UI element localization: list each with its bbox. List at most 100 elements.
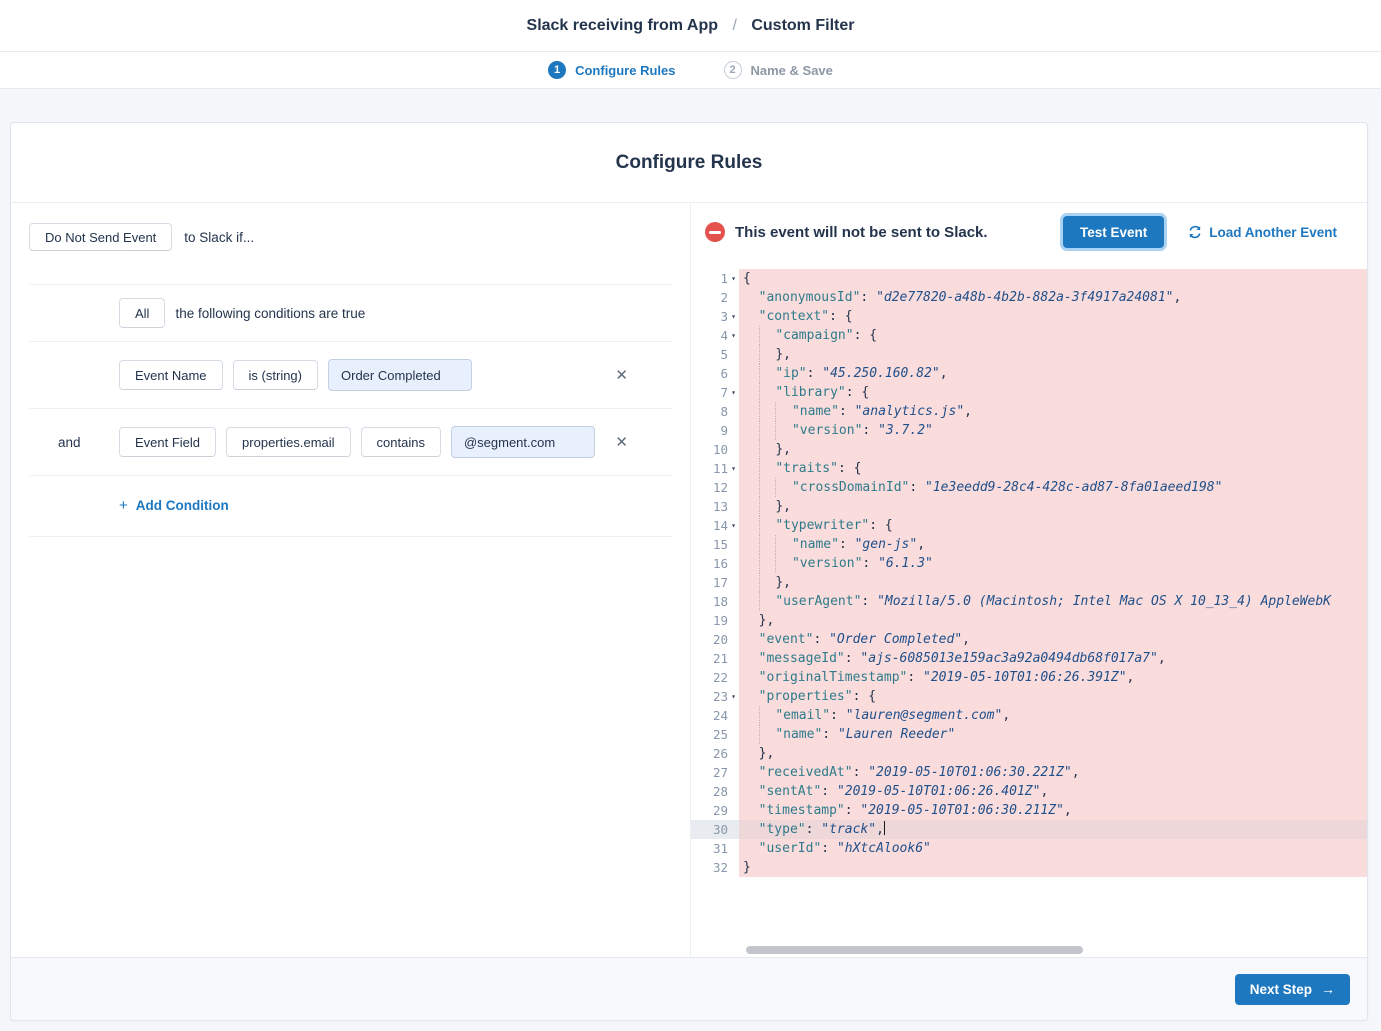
operator-row: All the following conditions are true	[29, 284, 672, 341]
next-step-button[interactable]: Next Step →	[1234, 973, 1350, 1005]
editor-line[interactable]: 21 "messageId": "ajs-6085013e159ac3a92a0…	[691, 649, 1367, 668]
line-number: 7	[720, 385, 728, 400]
card-footer: Next Step →	[11, 957, 1367, 1020]
editor-line[interactable]: 1 ▾{	[691, 269, 1367, 288]
json-editor-lines: 1 ▾{2 "anonymousId": "d2e77820-a48b-4b2b-…	[691, 269, 1367, 877]
line-number: 16	[712, 556, 728, 571]
editor-line[interactable]: 19 },	[691, 611, 1367, 630]
editor-line[interactable]: 16 "version": "6.1.3"	[691, 554, 1367, 573]
horizontal-scrollbar-thumb[interactable]	[746, 946, 1083, 954]
condition-2-value-input[interactable]	[450, 426, 595, 458]
step-name-and-save[interactable]: 2 Name & Save	[723, 61, 833, 79]
editor-line[interactable]: 31 "userId": "hXtcAlook6"	[691, 839, 1367, 858]
editor-line[interactable]: 24 "email": "lauren@segment.com",	[691, 706, 1367, 725]
condition-1-type-dropdown[interactable]: Event Name	[119, 360, 223, 390]
code-line: "userId": "hXtcAlook6"	[739, 839, 1367, 858]
line-number: 13	[712, 499, 728, 514]
line-number: 4	[720, 328, 728, 343]
preview-status-text: This event will not be sent to Slack.	[735, 223, 988, 241]
fold-arrow-icon[interactable]: ▾	[728, 383, 739, 402]
plus-icon: +	[119, 497, 128, 514]
line-number: 20	[712, 632, 728, 647]
editor-line[interactable]: 3 ▾ "context": {	[691, 307, 1367, 326]
line-number: 2	[720, 290, 728, 305]
line-number: 14	[712, 518, 728, 533]
fold-arrow-icon[interactable]: ▾	[728, 269, 739, 288]
text-cursor	[883, 821, 885, 835]
add-condition-button[interactable]: + Add Condition	[119, 497, 229, 514]
condition-2-operator-dropdown[interactable]: contains	[360, 427, 441, 457]
filter-action-dropdown[interactable]: Do Not Send Event	[29, 223, 173, 251]
code-line: "name": "gen-js",	[739, 535, 1367, 554]
editor-line[interactable]: 5 },	[691, 345, 1367, 364]
fold-arrow-icon[interactable]: ▾	[728, 687, 739, 706]
editor-line[interactable]: 17 },	[691, 573, 1367, 592]
code-line: {	[739, 269, 1367, 288]
condition-row-1: Event Name is (string) ✕	[29, 341, 672, 408]
editor-line[interactable]: 9 "version": "3.7.2"	[691, 421, 1367, 440]
code-line: },	[739, 345, 1367, 364]
step-configure-rules[interactable]: 1 Configure Rules	[548, 61, 676, 79]
editor-line[interactable]: 18 "userAgent": "Mozilla/5.0 (Macintosh;…	[691, 592, 1367, 611]
editor-line[interactable]: 13 },	[691, 497, 1367, 516]
editor-line[interactable]: 25 "name": "Lauren Reeder"	[691, 725, 1367, 744]
fold-arrow-icon[interactable]: ▾	[728, 459, 739, 478]
condition-2-field-dropdown[interactable]: properties.email	[226, 427, 351, 457]
code-line: },	[739, 497, 1367, 516]
configure-rules-card: Configure Rules Do Not Send Event to Sla…	[10, 122, 1368, 1021]
json-event-editor[interactable]: 1 ▾{2 "anonymousId": "d2e77820-a48b-4b2b-…	[691, 269, 1367, 957]
code-line: "name": "Lauren Reeder"	[739, 725, 1367, 744]
preview-header: This event will not be sent to Slack. Te…	[691, 203, 1367, 269]
editor-line[interactable]: 8 "name": "analytics.js",	[691, 402, 1367, 421]
code-line: },	[739, 440, 1367, 459]
editor-line[interactable]: 30 "type": "track",	[691, 820, 1367, 839]
editor-line[interactable]: 27 "receivedAt": "2019-05-10T01:06:30.22…	[691, 763, 1367, 782]
code-line: }	[739, 858, 1367, 877]
line-number: 22	[712, 670, 728, 685]
fold-arrow-icon[interactable]: ▾	[728, 326, 739, 345]
editor-line[interactable]: 20 "event": "Order Completed",	[691, 630, 1367, 649]
editor-line[interactable]: 2 "anonymousId": "d2e77820-a48b-4b2b-882…	[691, 288, 1367, 307]
line-number: 28	[712, 784, 728, 799]
editor-line[interactable]: 4 ▾ "campaign": {	[691, 326, 1367, 345]
breadcrumb-separator: /	[732, 16, 737, 34]
line-number: 25	[712, 727, 728, 742]
editor-line[interactable]: 14 ▾ "typewriter": {	[691, 516, 1367, 535]
condition-2-type-dropdown[interactable]: Event Field	[119, 427, 217, 457]
editor-line[interactable]: 29 "timestamp": "2019-05-10T01:06:30.211…	[691, 801, 1367, 820]
condition-1-operator-dropdown[interactable]: is (string)	[232, 360, 318, 390]
add-condition-row: + Add Condition	[29, 475, 672, 537]
code-line: "traits": {	[739, 459, 1367, 478]
editor-line[interactable]: 12 "crossDomainId": "1e3eedd9-28c4-428c-…	[691, 478, 1367, 497]
editor-line[interactable]: 23 ▾ "properties": {	[691, 687, 1367, 706]
condition-1-value-input[interactable]	[328, 359, 472, 391]
code-line: "crossDomainId": "1e3eedd9-28c4-428c-ad8…	[739, 478, 1367, 497]
minus-circle-icon	[705, 222, 725, 242]
condition-2-remove-button[interactable]: ✕	[613, 433, 630, 452]
load-another-event-link[interactable]: Load Another Event	[1188, 225, 1337, 240]
editor-line[interactable]: 26 },	[691, 744, 1367, 763]
editor-line[interactable]: 22 "originalTimestamp": "2019-05-10T01:0…	[691, 668, 1367, 687]
line-number: 6	[720, 366, 728, 381]
editor-line[interactable]: 28 "sentAt": "2019-05-10T01:06:26.401Z",	[691, 782, 1367, 801]
code-line: "timestamp": "2019-05-10T01:06:30.211Z",	[739, 801, 1367, 820]
filter-builder-panel: Do Not Send Event to Slack if... All the…	[11, 203, 691, 957]
code-line: "receivedAt": "2019-05-10T01:06:30.221Z"…	[739, 763, 1367, 782]
code-line: "properties": {	[739, 687, 1367, 706]
line-number: 8	[720, 404, 728, 419]
code-line: "typewriter": {	[739, 516, 1367, 535]
fold-arrow-icon[interactable]: ▾	[728, 307, 739, 326]
editor-line[interactable]: 7 ▾ "library": {	[691, 383, 1367, 402]
conditions-list: All the following conditions are true Ev…	[29, 284, 672, 537]
test-event-button[interactable]: Test Event	[1062, 216, 1165, 248]
step-1-label: Configure Rules	[575, 62, 676, 78]
editor-line[interactable]: 6 "ip": "45.250.160.82",	[691, 364, 1367, 383]
editor-line[interactable]: 15 "name": "gen-js",	[691, 535, 1367, 554]
code-line: "ip": "45.250.160.82",	[739, 364, 1367, 383]
fold-arrow-icon[interactable]: ▾	[728, 516, 739, 535]
editor-line[interactable]: 11 ▾ "traits": {	[691, 459, 1367, 478]
editor-line[interactable]: 10 },	[691, 440, 1367, 459]
editor-line[interactable]: 32}	[691, 858, 1367, 877]
condition-1-remove-button[interactable]: ✕	[613, 366, 630, 385]
operator-dropdown[interactable]: All	[119, 298, 166, 328]
